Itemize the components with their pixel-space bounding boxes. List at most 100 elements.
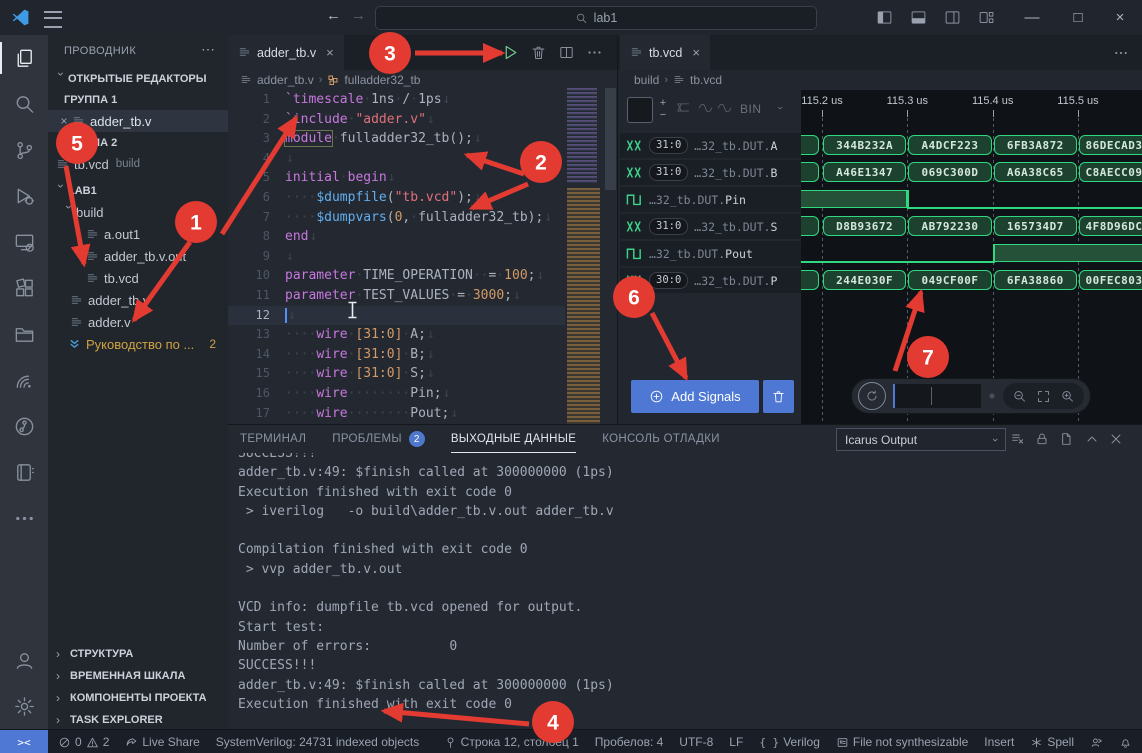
minimize-button[interactable]: — bbox=[1010, 0, 1054, 35]
project-graph-icon[interactable] bbox=[0, 403, 48, 449]
tree-section-LAB1[interactable]: ›LAB1 bbox=[48, 180, 228, 201]
tree-item-tb.vcd[interactable]: tb.vcdbuild bbox=[48, 153, 228, 175]
indentation-status[interactable]: Пробелов: 4 bbox=[595, 735, 664, 749]
split-editor-icon[interactable] bbox=[558, 44, 575, 61]
tree-item-adder.v[interactable]: adder.v bbox=[48, 311, 228, 333]
zoom-plus-small[interactable]: + bbox=[657, 97, 669, 109]
signal-row-S[interactable]: 31:0…32_tb.DUT.S bbox=[620, 214, 801, 239]
clear-output-icon[interactable] bbox=[1010, 431, 1026, 447]
menu-icon[interactable] bbox=[44, 11, 62, 28]
analog-wave-icon-2[interactable] bbox=[717, 102, 732, 114]
run-button[interactable] bbox=[502, 44, 519, 61]
encoding-status[interactable]: UTF-8 bbox=[679, 735, 713, 749]
notebook-icon[interactable] bbox=[0, 449, 48, 495]
back-icon[interactable]: ← bbox=[326, 7, 341, 24]
folder-icon[interactable] bbox=[0, 311, 48, 357]
tree-item-a.out1[interactable]: a.out1 bbox=[48, 223, 228, 245]
signal-row-A[interactable]: 31:0…32_tb.DUT.A bbox=[620, 133, 801, 158]
gear-icon[interactable] bbox=[988, 388, 996, 404]
remove-signals-button[interactable] bbox=[763, 380, 794, 413]
tree-item-adder_tb.v[interactable]: adder_tb.v bbox=[48, 289, 228, 311]
systemverilog-status[interactable]: SystemVerilog: 24731 indexed objects bbox=[216, 735, 419, 749]
lock-icon[interactable] bbox=[1034, 431, 1050, 447]
remote-indicator[interactable]: >< bbox=[0, 730, 48, 753]
refresh-button[interactable] bbox=[858, 382, 886, 410]
feedback-icon[interactable] bbox=[1090, 736, 1103, 749]
fit-screen-icon[interactable] bbox=[1036, 389, 1051, 404]
language-status[interactable]: { }Verilog bbox=[759, 735, 820, 749]
zoom-in-icon[interactable] bbox=[1060, 389, 1075, 404]
more-icon[interactable] bbox=[0, 495, 48, 541]
caret-position[interactable]: Строка 12, столбец 1 bbox=[444, 735, 579, 749]
editor-more-icon[interactable] bbox=[1113, 45, 1129, 61]
source-control-icon[interactable] bbox=[0, 127, 48, 173]
zoom-minus-small[interactable]: − bbox=[657, 109, 669, 121]
tree-section-ГРУППА-1[interactable]: ГРУППА 1 bbox=[48, 89, 228, 110]
open-in-editor-icon[interactable] bbox=[1058, 431, 1074, 447]
sidebar-more-icon[interactable]: ⋯ bbox=[201, 41, 216, 58]
toggle-panel-icon[interactable] bbox=[910, 9, 927, 26]
analog-wave-icon[interactable] bbox=[698, 102, 713, 114]
insert-mode-status[interactable]: Insert bbox=[984, 735, 1014, 749]
maximize-button[interactable]: □ bbox=[1056, 0, 1100, 35]
tree-item-Руководство-по-...[interactable]: Руководство по ...2 bbox=[48, 333, 228, 355]
breadcrumb[interactable]: adder_tb.v › fulladder32_tb bbox=[228, 70, 617, 90]
synthesizable-status[interactable]: File not synthesizable bbox=[836, 735, 968, 749]
tab-problems[interactable]: ПРОБЛЕМЫ2 bbox=[332, 425, 425, 453]
add-signals-button[interactable]: Add Signals bbox=[631, 380, 759, 413]
account-icon[interactable] bbox=[0, 637, 48, 683]
esp-idf-icon[interactable] bbox=[0, 357, 48, 403]
editor-scrollbar[interactable] bbox=[605, 88, 616, 190]
trash-icon[interactable] bbox=[530, 44, 547, 61]
editor-more-icon[interactable] bbox=[586, 44, 603, 61]
tree-item-adder_tb.v.out[interactable]: adder_tb.v.out bbox=[48, 245, 228, 267]
tab-close-icon[interactable]: × bbox=[692, 45, 700, 60]
command-center-search[interactable]: lab1 bbox=[375, 6, 817, 30]
remote-explorer-icon[interactable] bbox=[0, 219, 48, 265]
settings-icon[interactable] bbox=[0, 683, 48, 729]
signal-row-Pout[interactable]: …32_tb.DUT.Pout bbox=[620, 241, 801, 266]
problems-status[interactable]: 0 2 bbox=[58, 735, 109, 749]
forward-icon[interactable]: → bbox=[351, 7, 366, 24]
close-button[interactable]: × bbox=[1098, 0, 1142, 35]
explorer-icon[interactable] bbox=[0, 35, 48, 81]
eol-status[interactable]: LF bbox=[729, 735, 743, 749]
sidebar-section-структура[interactable]: ›СТРУКТУРА bbox=[48, 643, 228, 665]
code-editor[interactable]: 1`timescale·1ns·/·1ps↓2`include·"adder.v… bbox=[228, 90, 617, 423]
tab-debug-console[interactable]: КОНСОЛЬ ОТЛАДКИ bbox=[602, 425, 720, 453]
tree-item-tb.vcd[interactable]: tb.vcd bbox=[48, 267, 228, 289]
format-dropdown[interactable]: BIN bbox=[740, 102, 762, 116]
run-debug-icon[interactable] bbox=[0, 173, 48, 219]
signal-row-P[interactable]: 30:0…32_tb.DUT.P bbox=[620, 268, 801, 293]
tree-item-build[interactable]: ›build bbox=[48, 201, 228, 223]
zoom-out-icon[interactable] bbox=[1012, 389, 1027, 404]
output-channel-dropdown[interactable]: Icarus Output › bbox=[836, 428, 1006, 451]
toggle-secondary-sidebar-icon[interactable] bbox=[944, 9, 961, 26]
tab-tb-vcd[interactable]: tb.vcd × bbox=[620, 35, 710, 70]
tree-section-ОТКРЫТЫЕ-РЕДАКТОРЫ[interactable]: ›ОТКРЫТЫЕ РЕДАКТОРЫ bbox=[48, 68, 228, 89]
extensions-icon[interactable] bbox=[0, 265, 48, 311]
customize-layout-icon[interactable] bbox=[978, 9, 995, 26]
sidebar-section-компоненты-проекта[interactable]: ›КОМПОНЕНТЫ ПРОЕКТА bbox=[48, 687, 228, 709]
search-icon[interactable] bbox=[0, 81, 48, 127]
tab-close-icon[interactable]: × bbox=[326, 45, 334, 60]
tab-adder-tb-v[interactable]: adder_tb.v × bbox=[228, 35, 344, 70]
wave-color-swatch[interactable] bbox=[627, 97, 653, 123]
sidebar-section-временная-шкала[interactable]: ›ВРЕМЕННАЯ ШКАЛА bbox=[48, 665, 228, 687]
signal-row-B[interactable]: 31:0…32_tb.DUT.B bbox=[620, 160, 801, 185]
minimap[interactable] bbox=[565, 88, 603, 424]
tree-item-adder_tb.v[interactable]: ×adder_tb.v bbox=[48, 110, 228, 132]
tree-section-ГРУППА-2[interactable]: ГРУППА 2 bbox=[48, 132, 228, 153]
sidebar-section-task-explorer[interactable]: ›TASK EXPLORER bbox=[48, 709, 228, 731]
bus-format-icon[interactable] bbox=[676, 102, 692, 114]
timestamp-input[interactable] bbox=[893, 384, 981, 408]
signal-row-Pin[interactable]: …32_tb.DUT.Pin bbox=[620, 187, 801, 212]
tab-terminal[interactable]: ТЕРМИНАЛ bbox=[240, 425, 306, 453]
live-share-status[interactable]: Live Share bbox=[125, 735, 199, 749]
wave-breadcrumb[interactable]: build › tb.vcd bbox=[618, 70, 1142, 90]
tab-output[interactable]: ВЫХОДНЫЕ ДАННЫЕ bbox=[451, 425, 576, 453]
close-panel-icon[interactable] bbox=[1108, 431, 1124, 447]
bell-icon[interactable] bbox=[1119, 736, 1132, 749]
maximize-panel-icon[interactable] bbox=[1084, 431, 1100, 447]
waveform-canvas[interactable]: 115.2 us115.3 us115.4 us115.5 us344B232A… bbox=[801, 90, 1142, 424]
